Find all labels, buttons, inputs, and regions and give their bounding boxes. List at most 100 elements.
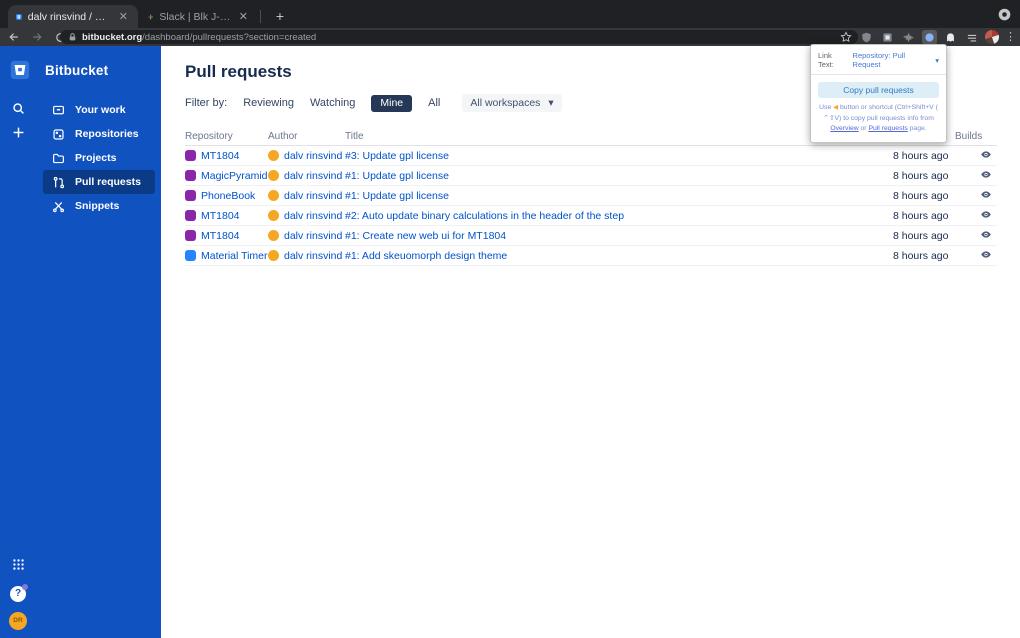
help-text-part: or bbox=[860, 125, 867, 133]
browser-profile-avatar[interactable] bbox=[985, 30, 999, 44]
new-tab-button[interactable]: + bbox=[271, 7, 289, 25]
tab-bitbucket[interactable]: dalv rinsvind / home — Bitbuck ✕ bbox=[8, 5, 138, 28]
chevron-down-icon: ▾ bbox=[548, 97, 554, 109]
sidebar-item-pull-requests[interactable]: Pull requests bbox=[43, 170, 155, 194]
browser-menu-icon[interactable]: ⋮ bbox=[1005, 32, 1016, 43]
repository-cell: Material Timer bbox=[185, 250, 268, 262]
folder-icon bbox=[51, 151, 65, 165]
repository-cell: MT1804 bbox=[185, 230, 268, 242]
filter-watching[interactable]: Watching bbox=[310, 97, 355, 109]
link-text-dropdown[interactable]: Repository: Pull Request ▾ bbox=[853, 51, 939, 69]
pr-title-link[interactable]: #1: Add skeuomorph design theme bbox=[345, 250, 507, 262]
help-text-part: button or shortcut (Ctrl+Shift+V ( ⌃⇧V) … bbox=[823, 104, 938, 122]
close-icon[interactable]: ✕ bbox=[117, 10, 130, 23]
table-row[interactable]: MT1804 dalv rinsvind #3: Update gpl lice… bbox=[185, 146, 997, 166]
extension-shield-icon[interactable] bbox=[859, 30, 874, 45]
product-name: Bitbucket bbox=[45, 62, 109, 78]
filter-all[interactable]: All bbox=[428, 97, 440, 109]
pr-title-link[interactable]: #1: Update gpl license bbox=[345, 170, 449, 182]
close-icon[interactable]: ✕ bbox=[237, 10, 250, 23]
pull-requests-link[interactable]: Pull requests bbox=[868, 125, 907, 132]
repository-avatar bbox=[185, 230, 196, 241]
overview-link[interactable]: Overview bbox=[830, 125, 858, 132]
filter-by-label: Filter by: bbox=[185, 97, 228, 109]
address-bar[interactable]: bitbucket.org/dashboard/pullrequests?sec… bbox=[60, 30, 858, 44]
link-text-row: Link Text: Repository: Pull Request ▾ bbox=[818, 51, 939, 69]
updated-time: 8 hours ago bbox=[893, 149, 949, 162]
author-link[interactable]: dalv rinsvind bbox=[284, 190, 342, 202]
tab-slack[interactable]: Slack | Blk J-22 | factorywork ✕ bbox=[140, 5, 258, 28]
updated-time: 8 hours ago bbox=[893, 229, 949, 242]
slack-favicon bbox=[148, 14, 154, 19]
table-row[interactable]: PhoneBook dalv rinsvind #1: Update gpl l… bbox=[185, 186, 997, 206]
filter-mine[interactable]: Mine bbox=[371, 94, 413, 112]
eye-icon[interactable] bbox=[981, 150, 991, 162]
pr-title-link[interactable]: #2: Auto update binary calculations in t… bbox=[345, 210, 624, 222]
filter-reviewing[interactable]: Reviewing bbox=[243, 97, 294, 109]
bitbucket-logo-icon[interactable] bbox=[10, 60, 30, 80]
copy-pull-requests-button[interactable]: Copy pull requests bbox=[818, 82, 939, 98]
pr-title-link[interactable]: #1: Create new web ui for MT1804 bbox=[345, 230, 506, 242]
eye-icon[interactable] bbox=[981, 230, 991, 242]
eye-icon[interactable] bbox=[981, 170, 991, 182]
pr-title-link[interactable]: #3: Update gpl license bbox=[345, 150, 449, 162]
repository-link[interactable]: PhoneBook bbox=[201, 190, 255, 202]
repository-link[interactable]: MT1804 bbox=[201, 210, 240, 222]
extension-ghost-icon[interactable] bbox=[943, 30, 958, 45]
eye-icon[interactable] bbox=[981, 250, 991, 262]
eye-icon[interactable] bbox=[981, 210, 991, 222]
sidebar-item-projects[interactable]: Projects bbox=[43, 146, 155, 170]
your-work-icon bbox=[51, 103, 65, 117]
table-row[interactable]: MagicPyramid dalv rinsvind #1: Update gp… bbox=[185, 166, 997, 186]
title-cell: #1: Update gpl license bbox=[345, 190, 893, 202]
author-link[interactable]: dalv rinsvind bbox=[284, 150, 342, 162]
extension-square-icon[interactable] bbox=[880, 30, 895, 45]
table-row[interactable]: MT1804 dalv rinsvind #1: Create new web … bbox=[185, 226, 997, 246]
eye-icon[interactable] bbox=[981, 190, 991, 202]
repository-cell: PhoneBook bbox=[185, 190, 268, 202]
author-link[interactable]: dalv rinsvind bbox=[284, 230, 342, 242]
repository-avatar bbox=[185, 250, 196, 261]
extension-puzzle-icon[interactable] bbox=[901, 30, 916, 45]
updated-time: 8 hours ago bbox=[893, 169, 949, 182]
author-link[interactable]: dalv rinsvind bbox=[284, 250, 342, 262]
forward-icon[interactable] bbox=[28, 29, 46, 45]
author-cell: dalv rinsvind bbox=[268, 250, 345, 262]
author-link[interactable]: dalv rinsvind bbox=[284, 170, 342, 182]
repository-link[interactable]: MT1804 bbox=[201, 150, 240, 162]
repository-link[interactable]: MagicPyramid bbox=[201, 170, 268, 182]
extension-list-icon[interactable] bbox=[964, 30, 979, 45]
lock-icon bbox=[69, 33, 76, 41]
bookmark-star-icon[interactable] bbox=[838, 30, 853, 45]
repository-link[interactable]: Material Timer bbox=[201, 250, 268, 262]
workspace-dropdown[interactable]: All workspaces ▾ bbox=[462, 94, 562, 112]
title-cell: #1: Update gpl license bbox=[345, 170, 893, 182]
sidebar-item-snippets[interactable]: Snippets bbox=[43, 194, 155, 218]
repository-avatar bbox=[185, 190, 196, 201]
active-extension-icon[interactable] bbox=[922, 29, 937, 45]
link-text-label: Link Text: bbox=[818, 51, 834, 69]
help-notification-badge bbox=[22, 584, 28, 590]
bitbucket-favicon bbox=[16, 13, 22, 20]
author-cell: dalv rinsvind bbox=[268, 170, 345, 182]
sidebar-item-repositories[interactable]: Repositories bbox=[43, 122, 155, 146]
author-link[interactable]: dalv rinsvind bbox=[284, 210, 342, 222]
sidebar-item-your-work[interactable]: Your work bbox=[43, 98, 155, 122]
builds-cell bbox=[955, 190, 997, 202]
updated-time: 8 hours ago bbox=[893, 209, 949, 222]
url-domain: bitbucket.org bbox=[82, 31, 143, 43]
builds-cell bbox=[955, 170, 997, 182]
user-avatar[interactable]: DR bbox=[9, 612, 27, 630]
browser-settings-icon[interactable] bbox=[997, 7, 1012, 22]
author-avatar bbox=[268, 250, 279, 261]
repository-link[interactable]: MT1804 bbox=[201, 230, 240, 242]
back-icon[interactable] bbox=[5, 29, 23, 45]
repository-cell: MagicPyramid bbox=[185, 170, 268, 182]
apps-grid-icon[interactable] bbox=[12, 558, 25, 576]
sidebar-nav: Your work Repositories Projects Pull req… bbox=[0, 98, 161, 218]
table-row[interactable]: MT1804 dalv rinsvind #2: Auto update bin… bbox=[185, 206, 997, 226]
table-row[interactable]: Material Timer dalv rinsvind #1: Add ske… bbox=[185, 246, 997, 266]
help-icon[interactable]: ? bbox=[10, 584, 28, 602]
sidebar-item-label: Your work bbox=[75, 104, 126, 116]
pr-title-link[interactable]: #1: Update gpl license bbox=[345, 190, 449, 202]
